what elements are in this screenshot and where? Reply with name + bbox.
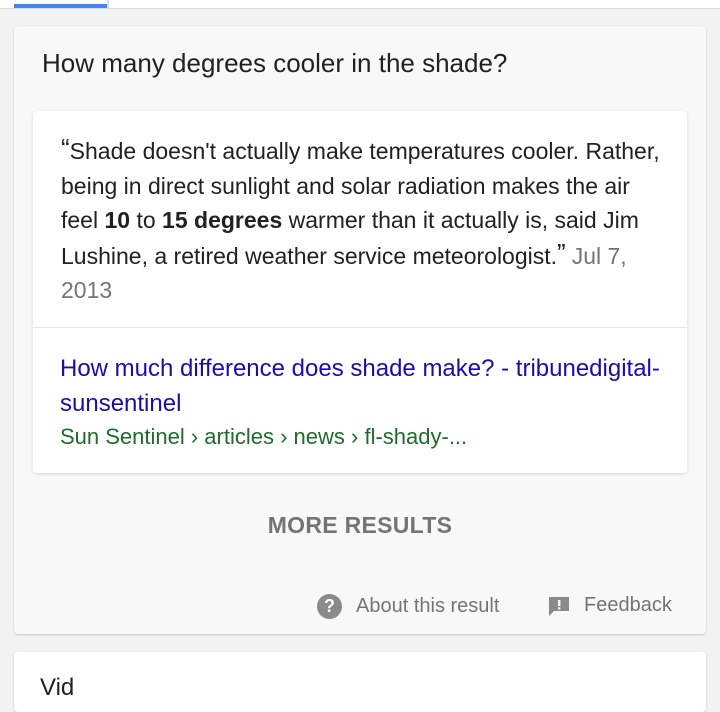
- help-circle-icon: ?: [317, 594, 342, 619]
- result-breadcrumb[interactable]: Sun Sentinel › articles › news › fl-shad…: [60, 424, 467, 450]
- quote-bold-1: 10: [104, 207, 131, 233]
- about-label: About this result: [356, 594, 500, 617]
- next-result-card[interactable]: Vid: [14, 652, 706, 712]
- question-heading: How many degrees cooler in the shade?: [42, 48, 508, 78]
- quote-text-mid: to: [130, 207, 163, 233]
- quote-bold-2: 15 degrees: [162, 207, 283, 233]
- active-tab-indicator: [14, 4, 107, 8]
- feedback-button[interactable]: Feedback: [548, 594, 672, 617]
- feedback-label: Feedback: [584, 594, 672, 616]
- result-link-title[interactable]: How much difference does shade make? - t…: [60, 351, 660, 421]
- more-results-button[interactable]: MORE RESULTS: [14, 512, 706, 539]
- tab-divider: [107, 0, 109, 8]
- feedback-icon: [549, 596, 569, 616]
- snippet-quote: “Shade doesn't actually make temperature…: [59, 133, 661, 308]
- about-this-result-button[interactable]: ? About this result: [317, 594, 499, 619]
- open-quote-mark: “: [61, 133, 70, 163]
- snippet-box: “Shade doesn't actually make temperature…: [33, 111, 687, 473]
- divider: [33, 327, 687, 328]
- close-quote-mark: ”: [557, 237, 566, 268]
- top-tab-strip: [0, 0, 720, 9]
- next-card-label: Vid: [40, 674, 75, 701]
- featured-snippet-card: How many degrees cooler in the shade? “S…: [14, 26, 706, 634]
